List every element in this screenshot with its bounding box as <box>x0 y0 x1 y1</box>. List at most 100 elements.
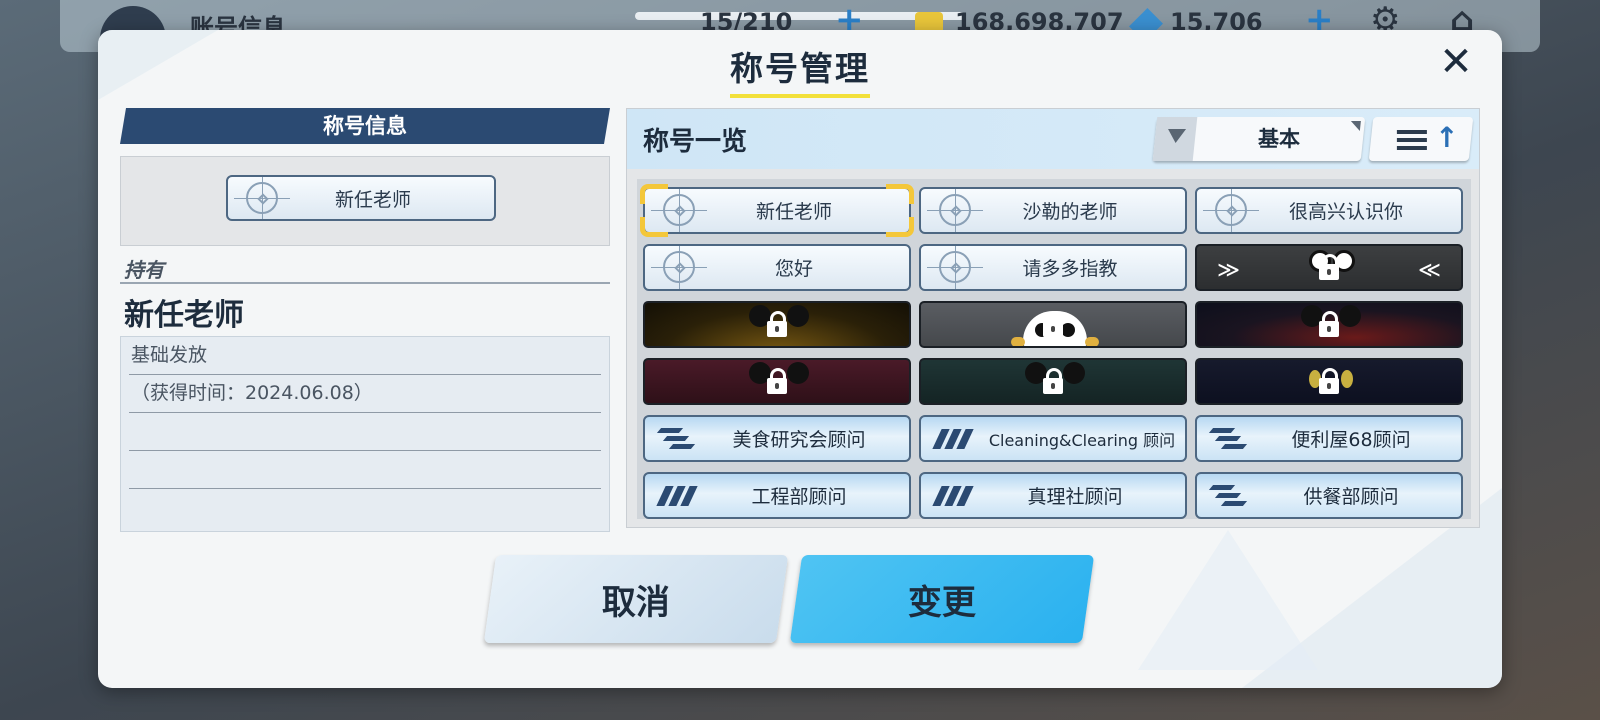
title-label: 便利屋68顾问 <box>1291 429 1411 451</box>
title-cell[interactable]: 您好 <box>643 244 911 291</box>
crosshair-icon <box>234 177 290 219</box>
title-cell[interactable] <box>643 301 911 348</box>
detail-row: （获得时间：2024.06.08） <box>129 375 601 413</box>
title-chip: 请多多指教 <box>919 244 1187 291</box>
dialog-title: 称号管理 <box>730 42 870 98</box>
crosshair-icon <box>1203 189 1259 232</box>
lock-icon <box>1319 310 1339 337</box>
title-cell[interactable] <box>1195 358 1463 405</box>
title-label: 工程部顾问 <box>751 486 847 508</box>
sort-lines-icon <box>1396 130 1427 150</box>
title-label: 请多多指教 <box>1022 258 1118 280</box>
owned-title-name: 新任老师 <box>124 298 244 333</box>
club-title-chip: 便利屋68顾问 <box>1195 415 1463 462</box>
current-title-preview: 新任老师 <box>120 156 610 246</box>
change-button[interactable]: 变更 <box>789 555 1095 643</box>
title-cell[interactable] <box>919 301 1187 348</box>
title-list-panel: 称号一览 基本 ↑ 新任老师 沙勒的老师 很高兴认识你您好 请多多指教 ≫ ≪ 美食研究会顾… <box>626 108 1480 528</box>
crosshair-icon <box>651 189 707 232</box>
title-grid: 新任老师 沙勒的老师 很高兴认识你您好 请多多指教 ≫ ≪ 美食研究会顾问 Cleaning&… <box>640 184 1463 519</box>
title-chip: 沙勒的老师 <box>919 187 1187 234</box>
title-chip: 新任老师 <box>643 187 911 234</box>
locked-title-chip <box>919 358 1187 405</box>
current-title-label: 新任老师 <box>334 188 411 211</box>
title-info-panel: 称号信息 新任老师 持有 新任老师 基础发放 （获得时间：2024.06.08） <box>120 108 610 542</box>
title-cell[interactable] <box>1195 301 1463 348</box>
title-label: 新任老师 <box>755 201 832 223</box>
dropdown-corner-icon <box>1349 121 1361 131</box>
divider <box>120 282 610 284</box>
locked-title-chip <box>1195 301 1463 348</box>
lock-icon <box>1319 367 1339 394</box>
title-cell[interactable] <box>643 358 911 405</box>
locked-title-chip <box>919 301 1187 348</box>
club-title-chip: 真理社顾问 <box>919 472 1187 519</box>
title-detail-box: 基础发放 （获得时间：2024.06.08） <box>120 336 610 532</box>
detail-row <box>129 451 601 489</box>
m-emblem-icon <box>656 483 699 509</box>
title-label: 沙勒的老师 <box>1022 201 1118 223</box>
locked-title-chip: ≫ ≪ <box>1195 244 1463 291</box>
m-emblem-icon <box>932 483 975 509</box>
close-icon[interactable]: ✕ <box>1436 42 1476 84</box>
title-label: 很高兴认识你 <box>1288 201 1403 223</box>
locked-title-chip <box>643 358 911 405</box>
title-list-header: 称号一览 基本 ↑ <box>627 109 1479 169</box>
filter-icon-box <box>1152 117 1198 161</box>
title-label: 美食研究会顾问 <box>732 429 866 451</box>
arrow-emblem-icon <box>1208 426 1251 452</box>
club-title-chip: 工程部顾问 <box>643 472 911 519</box>
sort-button[interactable]: ↑ <box>1368 117 1474 161</box>
cancel-button[interactable]: 取消 <box>483 555 789 643</box>
crosshair-icon <box>927 189 983 232</box>
detail-row: 基础发放 <box>129 337 601 375</box>
title-chip: 您好 <box>643 244 911 291</box>
title-list-heading: 称号一览 <box>643 127 748 157</box>
change-button-label: 变更 <box>908 582 976 623</box>
lock-icon <box>1043 367 1063 394</box>
arrow-emblem-icon <box>656 426 699 452</box>
title-cell[interactable]: ≫ ≪ <box>1195 244 1463 291</box>
title-cell[interactable]: 便利屋68顾问 <box>1195 415 1463 462</box>
club-title-chip: Cleaning&Clearing 顾问 <box>919 415 1187 462</box>
cancel-button-label: 取消 <box>602 582 670 623</box>
lock-icon <box>1319 253 1339 280</box>
crosshair-icon <box>927 246 983 289</box>
title-label: 您好 <box>774 258 813 280</box>
title-cell[interactable]: 工程部顾问 <box>643 472 911 519</box>
title-cell[interactable]: 供餐部顾问 <box>1195 472 1463 519</box>
title-chip: 很高兴认识你 <box>1195 187 1463 234</box>
locked-title-chip <box>1195 358 1463 405</box>
title-cell[interactable]: 美食研究会顾问 <box>643 415 911 462</box>
club-title-chip: 美食研究会顾问 <box>643 415 911 462</box>
lock-icon <box>767 310 787 337</box>
title-label: 供餐部顾问 <box>1303 486 1399 508</box>
m-emblem-icon <box>932 426 975 452</box>
detail-row <box>129 489 601 527</box>
filter-button[interactable]: 基本 <box>1152 117 1366 161</box>
title-cell[interactable] <box>919 358 1187 405</box>
locked-title-chip <box>643 301 911 348</box>
title-info-header: 称号信息 <box>120 108 610 144</box>
owned-label: 持有 <box>124 258 164 282</box>
lock-icon <box>1043 310 1063 337</box>
filter-icon <box>1166 129 1187 143</box>
title-label: 真理社顾问 <box>1027 486 1123 508</box>
club-title-chip: 供餐部顾问 <box>1195 472 1463 519</box>
lock-icon <box>767 367 787 394</box>
title-cell[interactable]: 很高兴认识你 <box>1195 187 1463 234</box>
title-cell[interactable]: Cleaning&Clearing 顾问 <box>919 415 1187 462</box>
title-cell[interactable]: 沙勒的老师 <box>919 187 1187 234</box>
decor-triangle <box>1138 530 1318 670</box>
title-grid-scroll[interactable]: 新任老师 沙勒的老师 很高兴认识你您好 请多多指教 ≫ ≪ 美食研究会顾问 Cleaning&… <box>637 179 1471 519</box>
title-cell[interactable]: 新任老师 <box>640 184 914 237</box>
current-title-chip: 新任老师 <box>226 175 496 221</box>
crosshair-icon <box>651 246 707 289</box>
sort-ascending-icon: ↑ <box>1435 121 1459 154</box>
detail-row <box>129 413 601 451</box>
filter-label: 基本 <box>1258 127 1300 151</box>
title-cell[interactable]: 真理社顾问 <box>919 472 1187 519</box>
arrow-emblem-icon <box>1208 483 1251 509</box>
title-cell[interactable]: 请多多指教 <box>919 244 1187 291</box>
title-management-dialog: 称号管理 ✕ 称号信息 新任老师 持有 新任老师 基础发放 （获得时间：2024… <box>98 30 1502 688</box>
